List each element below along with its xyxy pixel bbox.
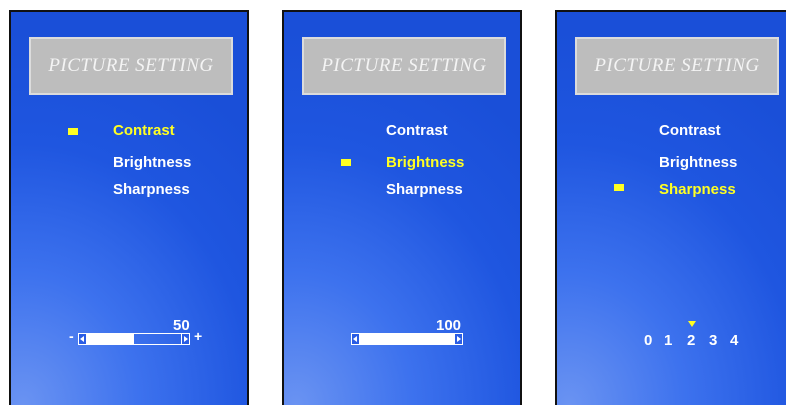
selection-marker: [614, 184, 624, 191]
title-box: PICTURE SETTING: [575, 37, 779, 95]
panel-title: PICTURE SETTING: [594, 55, 760, 76]
menu-item-sharpness[interactable]: Sharpness: [659, 181, 736, 198]
menu-item-contrast[interactable]: Contrast: [113, 122, 175, 139]
panel-title: PICTURE SETTING: [321, 55, 487, 76]
selection-marker: [341, 159, 351, 166]
panel-title: PICTURE SETTING: [48, 55, 214, 76]
sharpness-option-1[interactable]: 1: [664, 332, 672, 349]
selection-marker: [68, 128, 78, 135]
contrast-slider[interactable]: [78, 333, 190, 345]
minus-sign: -: [69, 328, 74, 344]
sharpness-option-2[interactable]: 2: [687, 332, 695, 349]
slider-left-arrow-icon[interactable]: [351, 333, 360, 345]
sharpness-option-3[interactable]: 3: [709, 332, 717, 349]
menu-item-brightness[interactable]: Brightness: [659, 154, 737, 171]
menu-item-brightness[interactable]: Brightness: [386, 154, 464, 171]
contrast-value: 50: [173, 317, 190, 334]
title-box: PICTURE SETTING: [302, 37, 506, 95]
brightness-slider[interactable]: [351, 333, 463, 345]
menu-item-brightness[interactable]: Brightness: [113, 154, 191, 171]
osd-panel-contrast: PICTURE SETTING Contrast Brightness Shar…: [9, 10, 249, 405]
title-box: PICTURE SETTING: [29, 37, 233, 95]
menu-item-contrast[interactable]: Contrast: [386, 122, 448, 139]
sharpness-option-4[interactable]: 4: [730, 332, 738, 349]
slider-left-arrow-icon[interactable]: [78, 333, 87, 345]
menu-item-sharpness[interactable]: Sharpness: [113, 181, 190, 198]
menu-item-sharpness[interactable]: Sharpness: [386, 181, 463, 198]
slider-right-arrow-icon[interactable]: [181, 333, 190, 345]
sharpness-pointer-icon: [688, 321, 696, 327]
slider-fill: [79, 334, 134, 344]
osd-panel-sharpness: PICTURE SETTING Contrast Brightness Shar…: [555, 10, 786, 405]
menu-item-contrast[interactable]: Contrast: [659, 122, 721, 139]
sharpness-option-0[interactable]: 0: [644, 332, 652, 349]
brightness-value: 100: [436, 317, 462, 334]
osd-panel-brightness: PICTURE SETTING Contrast Brightness Shar…: [282, 10, 522, 405]
slider-right-arrow-icon[interactable]: [454, 333, 463, 345]
slider-fill: [352, 334, 462, 344]
plus-sign: +: [194, 328, 203, 344]
